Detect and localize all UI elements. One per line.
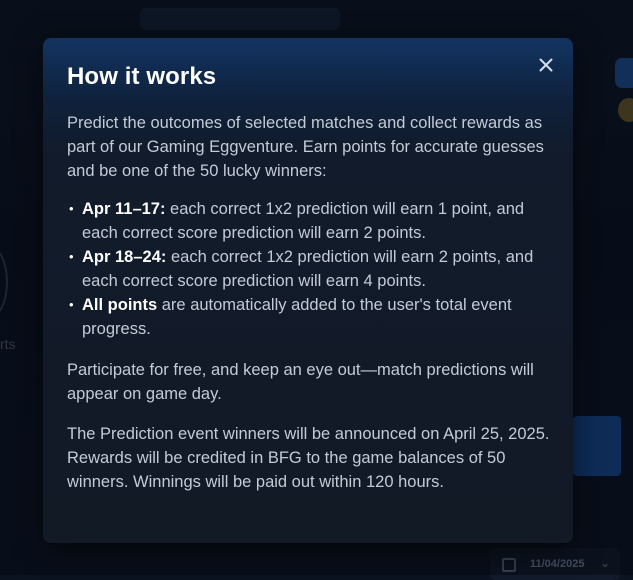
participate-paragraph: Participate for free, and keep an eye ou… [67, 358, 557, 406]
list-item: Apr 18–24: each correct 1x2 prediction w… [67, 245, 557, 293]
modal-body: Predict the outcomes of selected matches… [67, 111, 557, 494]
winners-paragraph: The Prediction event winners will be ann… [67, 422, 557, 494]
list-item-heading: All points [82, 296, 157, 314]
list-item: All points are automatically added to th… [67, 293, 557, 341]
list-item-heading: Apr 18–24: [82, 248, 166, 266]
modal-title: How it works [67, 63, 216, 91]
points-list: Apr 11–17: each correct 1x2 prediction w… [67, 197, 557, 341]
modal-intro: Predict the outcomes of selected matches… [67, 111, 557, 183]
list-item: Apr 11–17: each correct 1x2 prediction w… [67, 197, 557, 245]
close-button[interactable] [535, 54, 557, 76]
how-it-works-modal: How it works Predict the outcomes of sel… [43, 38, 573, 543]
close-icon [535, 54, 557, 76]
list-item-heading: Apr 11–17: [82, 200, 165, 218]
